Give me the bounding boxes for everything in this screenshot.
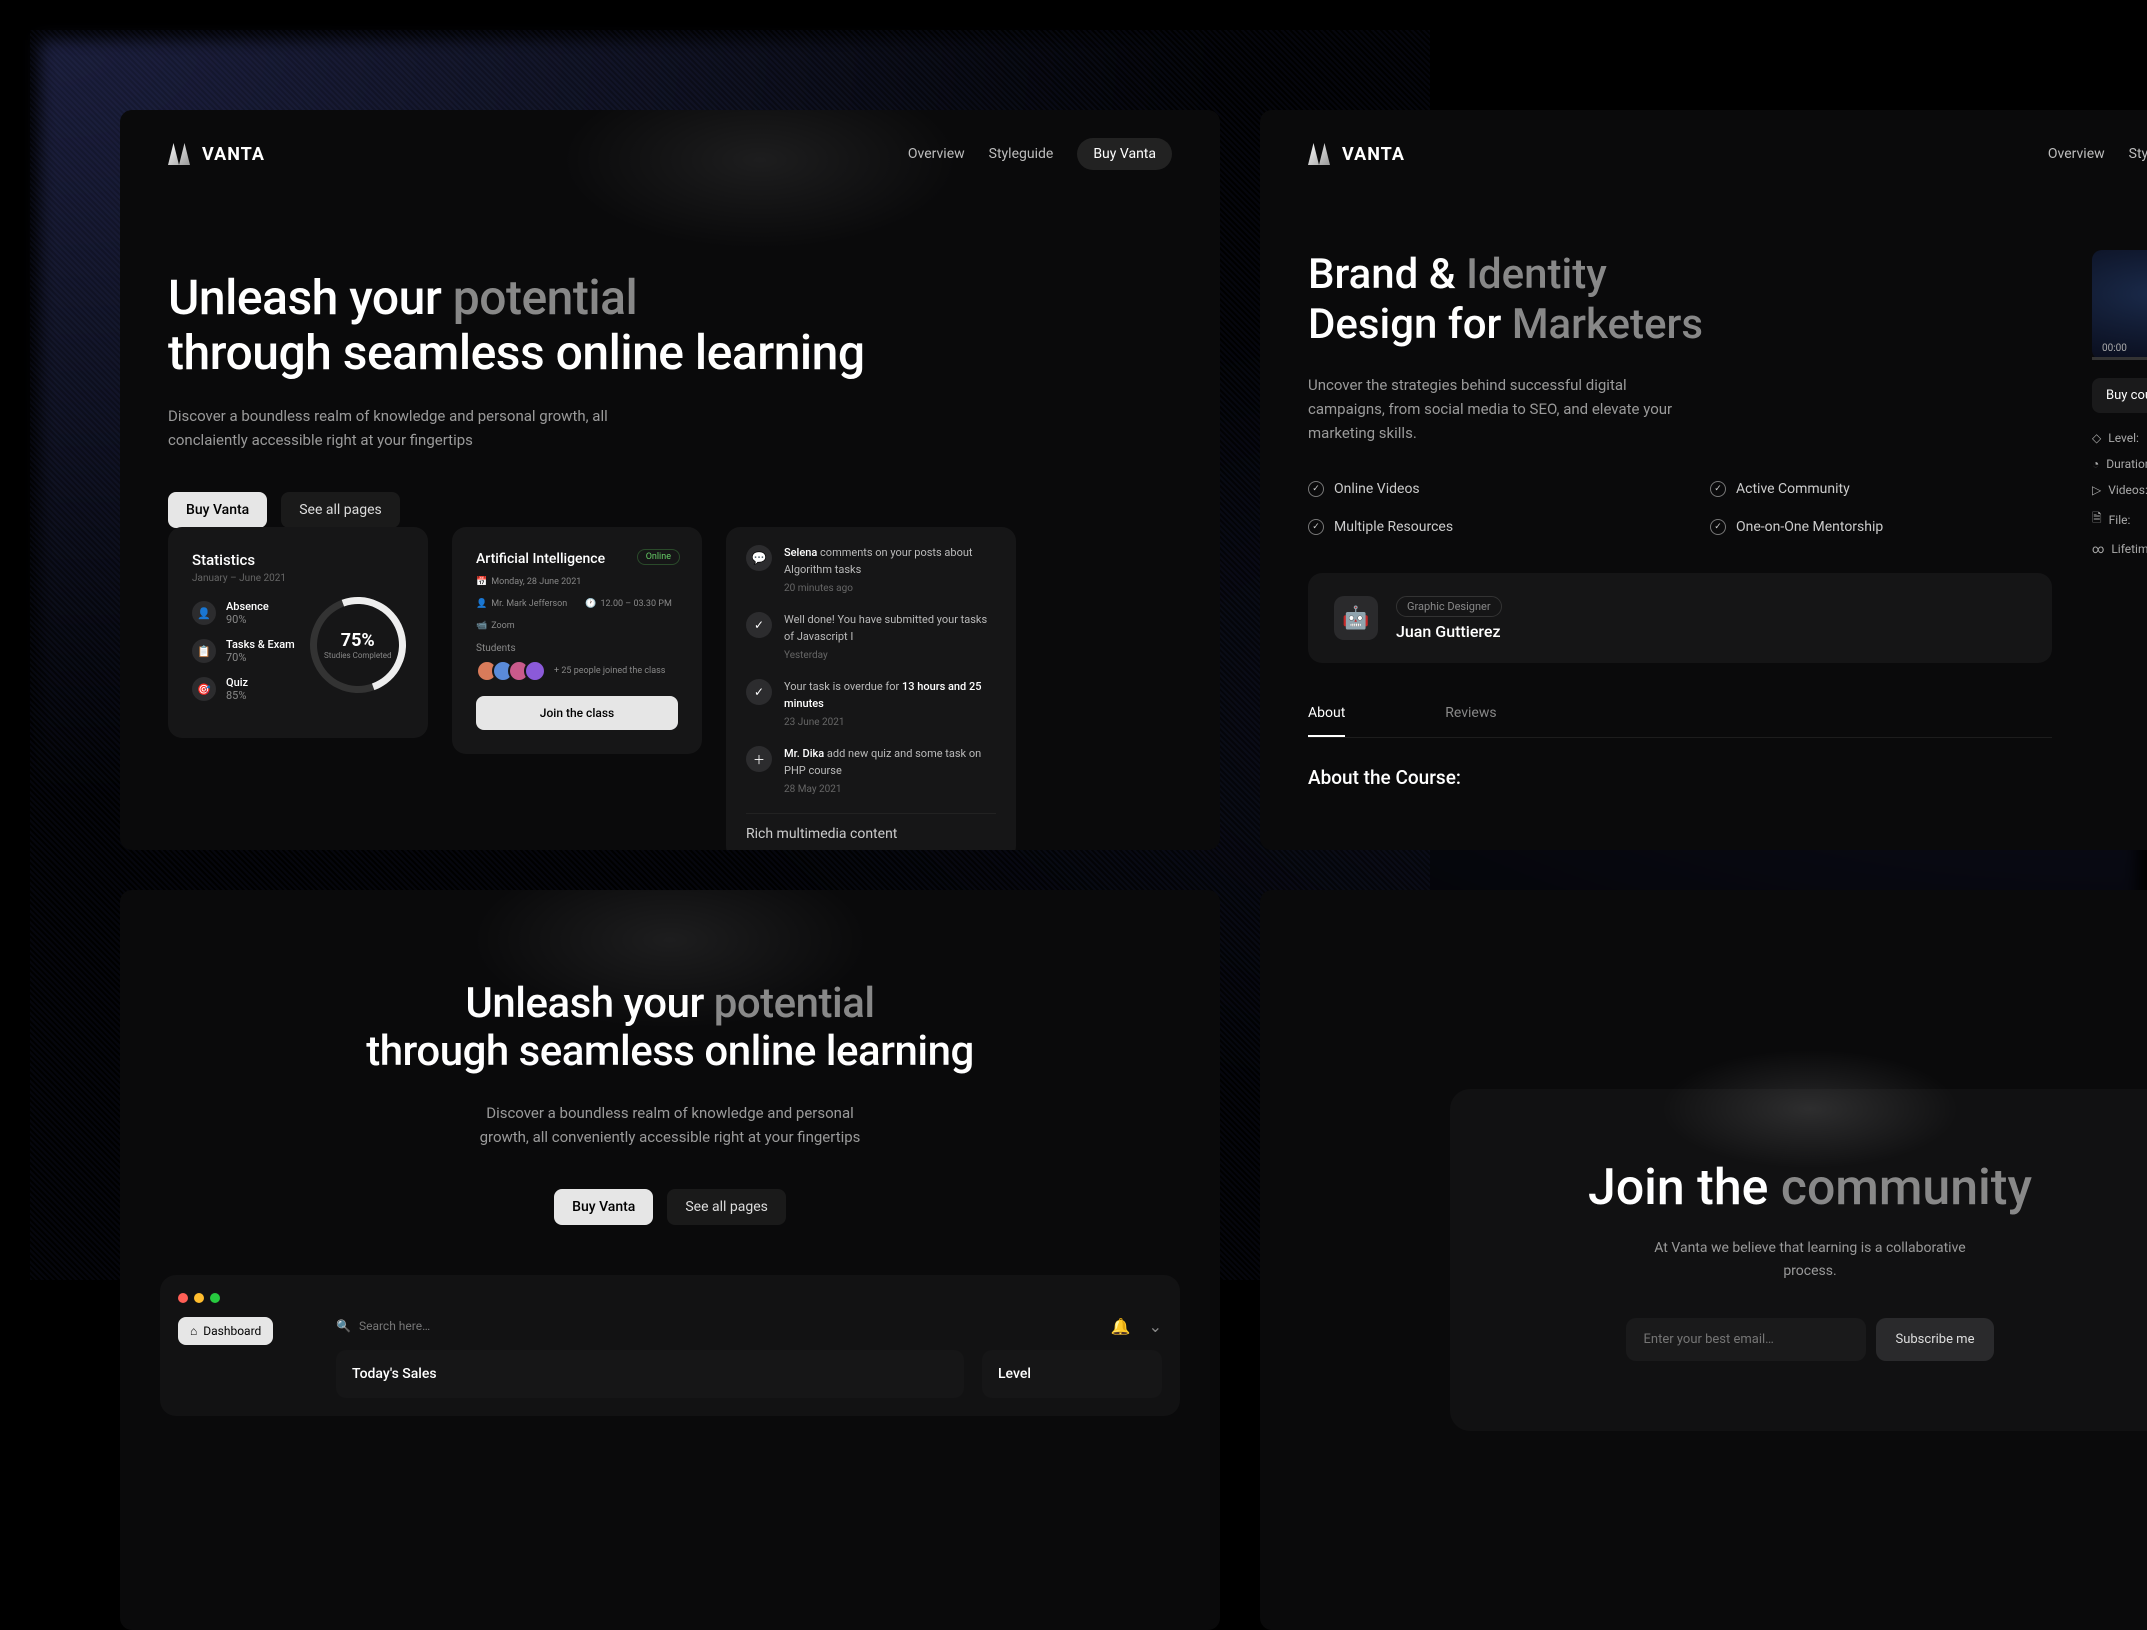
comment-icon: 💬 xyxy=(746,545,772,571)
feed-footer: Rich multimedia content xyxy=(746,813,996,842)
sidebar-item-dashboard[interactable]: ⌂Dashboard xyxy=(178,1317,273,1345)
course-video-preview[interactable]: 🔊⤢ 00:00 xyxy=(2092,250,2147,360)
bell-icon[interactable]: 🔔 xyxy=(1111,1317,1131,1336)
clock-icon: 🕐 12.00 – 03.30 PM xyxy=(585,599,672,609)
join-class-button[interactable]: Join the class xyxy=(476,696,678,730)
course-sidebar: 🔊⤢ 00:00 Buy course $199.9 ◇Level:Beggin… xyxy=(2092,250,2147,789)
buy-course-button[interactable]: Buy course $199.9 xyxy=(2092,378,2147,413)
avatar xyxy=(524,660,546,682)
tasks-icon: 📋 xyxy=(192,639,216,663)
plus-icon: ＋ xyxy=(746,746,772,772)
author-name: Juan Guttierez xyxy=(1396,622,1502,641)
absence-icon: 👤 xyxy=(192,601,216,625)
ai-class-card: Artificial Intelligence Online 📅 Monday,… xyxy=(452,527,702,754)
author-avatar-icon: 🤖 xyxy=(1334,596,1378,640)
logo-mark-icon xyxy=(168,143,190,165)
check-circle-icon: ✓ xyxy=(1308,481,1324,497)
window-controls xyxy=(178,1293,220,1303)
todays-sales-card: Today's Sales xyxy=(336,1350,964,1398)
progress-ring: 75%Studies Completed xyxy=(310,597,406,693)
tab-reviews[interactable]: Reviews xyxy=(1445,705,1496,737)
course-title: Brand & Identity Design for Marketers xyxy=(1308,250,2052,349)
join-headline: Join the community xyxy=(1510,1159,2110,1217)
chevron-down-icon[interactable]: ⌄ xyxy=(1149,1317,1162,1336)
level-card: Level xyxy=(982,1350,1162,1398)
top-nav: Overview Styleguide Buy Vanta xyxy=(908,138,1172,170)
hero-headline: Unleash your potential through seamless … xyxy=(160,980,1180,1077)
tab-about[interactable]: About xyxy=(1308,705,1345,737)
panel-course-detail: VANTA Overview Styleguide Buy Vanta Bran… xyxy=(1260,110,2147,850)
nav-buy-button[interactable]: Buy Vanta xyxy=(1077,138,1172,170)
check-circle-icon: ✓ xyxy=(1710,519,1726,535)
author-card: 🤖 Graphic Designer Juan Guttierez xyxy=(1308,573,2052,663)
nav-styleguide[interactable]: Styleguide xyxy=(2129,146,2147,162)
email-field[interactable] xyxy=(1626,1318,1866,1361)
clock-icon: ◔ xyxy=(2092,457,2099,471)
see-all-pages-button[interactable]: See all pages xyxy=(281,492,400,528)
buy-vanta-button[interactable]: Buy Vanta xyxy=(554,1189,653,1225)
dashboard-preview: ⌂Dashboard 🔍Search here… 🔔 ⌄ Today's Sal… xyxy=(160,1275,1180,1416)
close-dot-icon xyxy=(178,1293,188,1303)
see-all-pages-button[interactable]: See all pages xyxy=(667,1189,786,1225)
activity-feed-card: 💬 Selena comments on your posts about Al… xyxy=(726,527,1016,850)
author-role-badge: Graphic Designer xyxy=(1396,596,1502,617)
nav-styleguide[interactable]: Styleguide xyxy=(989,146,1054,162)
panel-hero-landing: VANTA Overview Styleguide Buy Vanta Unle… xyxy=(120,110,1220,850)
stats-title: Statistics xyxy=(192,551,404,569)
video-icon: ▷ xyxy=(2092,483,2101,497)
check-circle-icon: ✓ xyxy=(1710,481,1726,497)
buy-vanta-button[interactable]: Buy Vanta xyxy=(168,492,267,528)
course-sub: Uncover the strategies behind successful… xyxy=(1308,373,1688,445)
subscribe-button[interactable]: Subscribe me xyxy=(1876,1318,1995,1361)
stats-card: Statistics January – June 2021 👤 Absence… xyxy=(168,527,428,738)
logo-mark-icon xyxy=(1308,143,1330,165)
level-icon: ◇ xyxy=(2092,431,2101,445)
zoom-icon: 📹 Zoom xyxy=(476,621,515,631)
header: VANTA Overview Styleguide Buy Vanta xyxy=(120,110,1220,170)
file-icon: 🗎 xyxy=(2092,509,2102,530)
minimize-dot-icon xyxy=(194,1293,204,1303)
student-avatars: + 25 people joined the class xyxy=(476,660,678,682)
check-icon: ✓ xyxy=(746,612,772,638)
brand-logo: VANTA xyxy=(168,143,265,165)
course-tabs: About Reviews xyxy=(1308,705,2052,738)
panel-hero-centered: Unleash your potential through seamless … xyxy=(120,890,1220,1630)
calendar-icon: 📅 Monday, 28 June 2021 xyxy=(476,577,581,587)
hero-headline: Unleash your potential through seamless … xyxy=(168,270,1172,380)
panel-join-community: Join the community At Vanta we believe t… xyxy=(1260,890,2147,1630)
search-icon: 🔍 xyxy=(336,1319,351,1333)
quiz-icon: 🎯 xyxy=(192,677,216,701)
brand-logo: VANTA xyxy=(1308,143,1405,165)
about-heading: About the Course: xyxy=(1308,766,2052,789)
check-circle-icon: ✓ xyxy=(1308,519,1324,535)
search-input[interactable]: 🔍Search here… xyxy=(336,1319,430,1333)
nav-overview[interactable]: Overview xyxy=(2048,146,2105,162)
check-icon: ✓ xyxy=(746,679,772,705)
home-icon: ⌂ xyxy=(190,1324,197,1338)
maximize-dot-icon xyxy=(210,1293,220,1303)
brand-name: VANTA xyxy=(202,144,265,165)
hero-subtext: Discover a boundless realm of knowledge … xyxy=(168,404,668,452)
feature-list: ✓Online Videos ✓Active Community ✓Multip… xyxy=(1308,481,2052,535)
status-badge: Online xyxy=(637,549,680,565)
host-icon: 👤 Mr. Mark Jefferson xyxy=(476,599,567,609)
infinity-icon: ∞ xyxy=(2092,542,2104,556)
join-card: Join the community At Vanta we believe t… xyxy=(1450,1089,2147,1431)
nav-overview[interactable]: Overview xyxy=(908,146,965,162)
